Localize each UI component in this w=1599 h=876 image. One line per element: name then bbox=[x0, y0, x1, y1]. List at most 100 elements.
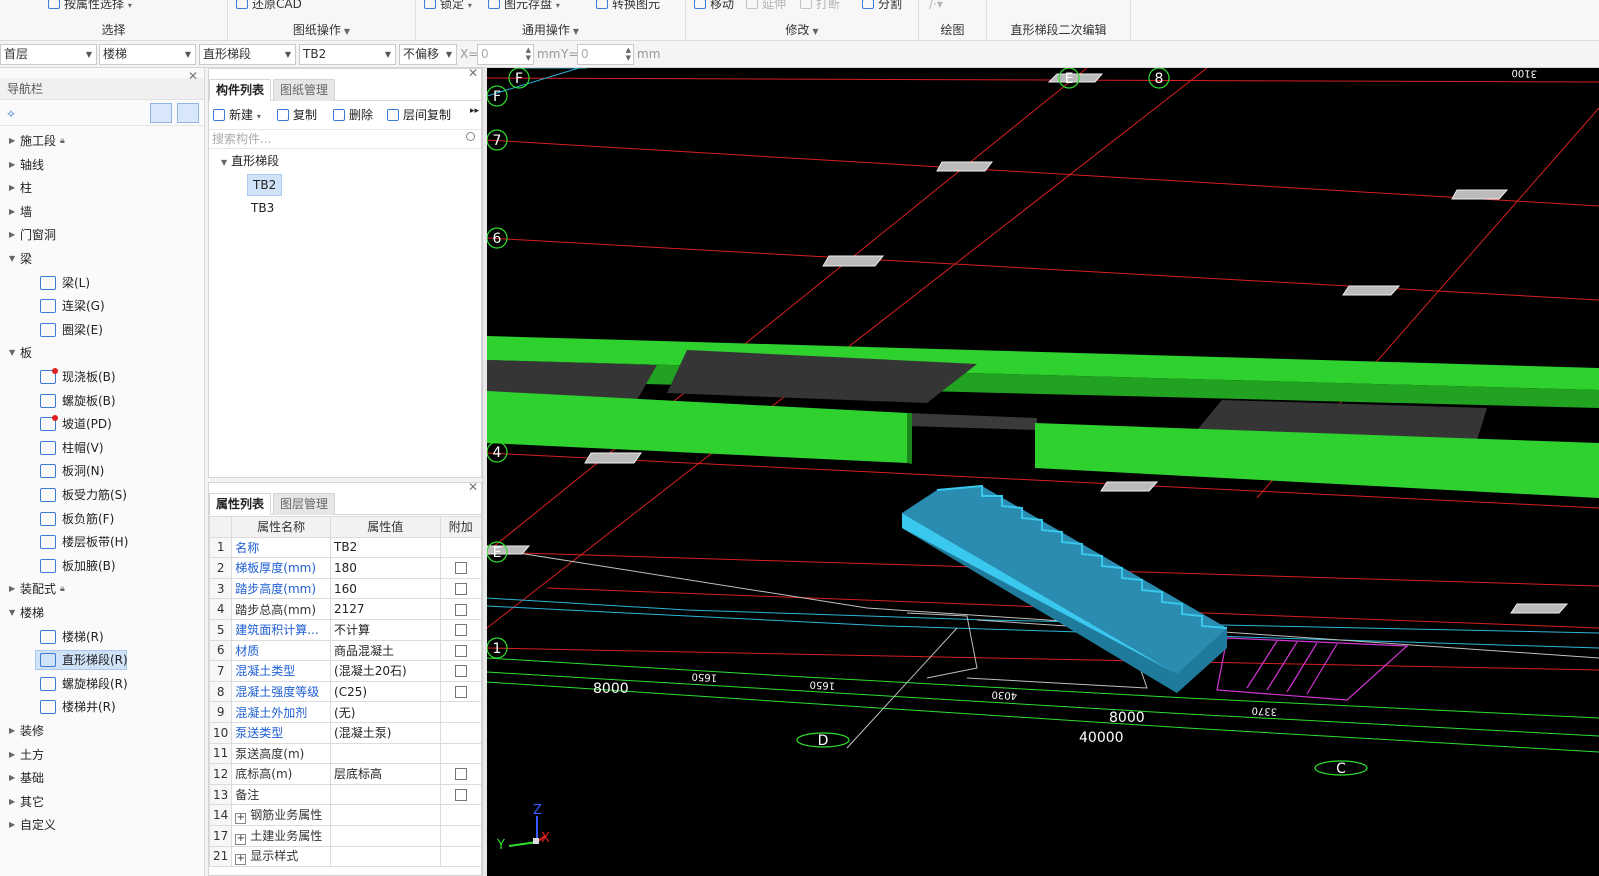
nav-item[interactable]: ▼ 梁 bbox=[0, 248, 205, 270]
close-icon[interactable]: ✕ bbox=[468, 66, 478, 80]
split-tool[interactable]: 分割 bbox=[862, 0, 902, 12]
spinner-icon[interactable]: ▲ ▼ bbox=[526, 46, 531, 62]
table-row[interactable]: 8 混凝土强度等级 (C25) bbox=[209, 680, 481, 703]
additional-checkbox[interactable] bbox=[454, 768, 467, 781]
nav-item[interactable]: 坡道(PD) bbox=[0, 413, 205, 435]
nav-item[interactable]: 板加腋(B) bbox=[0, 555, 205, 577]
expand-icon[interactable]: + bbox=[235, 854, 247, 866]
property-value[interactable]: 180 bbox=[330, 557, 441, 579]
tab-layer-management[interactable]: 图层管理 bbox=[273, 493, 336, 515]
nav-item[interactable]: 直形梯段(R) bbox=[0, 649, 205, 671]
nav-item[interactable]: ▶ 轴线 bbox=[0, 154, 205, 176]
more-icon[interactable]: ▸▸ bbox=[470, 106, 479, 116]
cad-viewport[interactable]: F F E 8 7 6 4 E 1 D C 8000 8000 40000 31… bbox=[487, 68, 1599, 876]
x-input[interactable]: 0 ▲ ▼ bbox=[477, 44, 534, 65]
additional-checkbox[interactable] bbox=[454, 665, 467, 678]
property-value[interactable] bbox=[330, 845, 441, 868]
delete-button[interactable]: 删除 bbox=[333, 106, 373, 123]
chevron-down-icon[interactable]: ▼ bbox=[9, 342, 15, 364]
nav-item[interactable]: ▶ 自定义 bbox=[0, 814, 205, 836]
table-row[interactable]: 4 踏步总高(mm) 2127 bbox=[209, 598, 481, 620]
property-value[interactable] bbox=[330, 824, 441, 847]
table-row[interactable]: 2 梯板厚度(mm) 180 bbox=[209, 557, 481, 579]
property-value[interactable]: (混凝土20石) bbox=[330, 660, 441, 682]
property-value[interactable]: 2127 bbox=[330, 598, 441, 620]
select-by-property-tool[interactable]: 按属性选择 ▾ bbox=[48, 0, 132, 12]
additional-checkbox[interactable] bbox=[454, 686, 467, 699]
nav-item[interactable]: 圈梁(E) bbox=[0, 319, 205, 341]
nav-item[interactable]: 楼层板带(H) bbox=[0, 531, 205, 553]
ribbon-group-label[interactable]: 图纸操作 ▼ bbox=[228, 21, 415, 38]
nav-item[interactable]: 板受力筋(S) bbox=[0, 484, 205, 506]
table-row[interactable]: 21 + 显示样式 bbox=[209, 845, 481, 868]
property-value[interactable]: 层底标高 bbox=[330, 763, 441, 785]
nav-item[interactable]: ▶ 门窗洞 bbox=[0, 224, 205, 246]
spinner-icon[interactable]: ▲ ▼ bbox=[626, 46, 631, 62]
convert-element-tool[interactable]: 转换图元 bbox=[596, 0, 660, 12]
chevron-down-icon[interactable]: ▼ bbox=[9, 248, 15, 270]
nav-item[interactable]: 楼梯井(R) bbox=[0, 696, 205, 718]
table-row[interactable]: 17 + 土建业务属性 bbox=[209, 824, 481, 847]
additional-checkbox[interactable] bbox=[454, 789, 467, 802]
nav-item[interactable]: 柱帽(V) bbox=[0, 437, 205, 459]
break-tool[interactable]: 打断 bbox=[800, 0, 840, 12]
save-element-tool[interactable]: 图元存盘 ▾ bbox=[488, 0, 560, 12]
draw-line-tool[interactable]: /·▾ bbox=[929, 0, 943, 12]
chevron-right-icon[interactable]: ▶ bbox=[9, 201, 15, 223]
additional-checkbox[interactable] bbox=[454, 624, 467, 637]
copy-button[interactable]: 复制 bbox=[277, 106, 317, 123]
chevron-right-icon[interactable]: ▶ bbox=[9, 720, 15, 742]
chevron-right-icon[interactable]: ▶ bbox=[9, 224, 15, 246]
table-row[interactable]: 1 名称 TB2 bbox=[209, 536, 481, 559]
nav-item[interactable]: ▼ 楼梯 bbox=[0, 602, 205, 624]
property-value[interactable]: (无) bbox=[330, 701, 441, 723]
nav-item[interactable]: ▶ 其它 bbox=[0, 791, 205, 813]
property-value[interactable]: TB2 bbox=[330, 536, 441, 559]
chevron-down-icon[interactable]: ▼ bbox=[9, 602, 15, 624]
property-value[interactable] bbox=[330, 742, 441, 765]
table-row[interactable]: 7 混凝土类型 (混凝土20石) bbox=[209, 660, 481, 682]
nav-item[interactable]: 板洞(N) bbox=[0, 460, 205, 482]
nav-item[interactable]: 螺旋梯段(R) bbox=[0, 673, 205, 695]
table-row[interactable]: 9 混凝土外加剂 (无) bbox=[209, 701, 481, 723]
table-row[interactable]: 10 泵送类型 (混凝土泵) bbox=[209, 721, 481, 744]
nav-item[interactable]: ▼ 板 bbox=[0, 342, 205, 364]
component-select[interactable]: TB2 ▼ bbox=[299, 44, 396, 65]
nav-item[interactable]: ▶ 装配式 🔒︎ bbox=[0, 578, 205, 600]
type-select[interactable]: 直形梯段 ▼ bbox=[199, 44, 296, 65]
nav-item[interactable]: 梁(L) bbox=[0, 272, 205, 294]
property-value[interactable]: (C25) bbox=[330, 680, 441, 703]
table-row[interactable]: 5 建筑面积计算... 不计算 bbox=[209, 618, 481, 641]
nav-item[interactable]: ▶ 墙 bbox=[0, 201, 205, 223]
restore-cad-tool[interactable]: 还原CAD bbox=[236, 0, 302, 12]
floor-copy-button[interactable]: 层间复制 bbox=[387, 106, 451, 123]
tab-drawing-management[interactable]: 图纸管理 bbox=[273, 79, 336, 101]
nav-item[interactable]: ▶ 基础 bbox=[0, 767, 205, 789]
additional-checkbox[interactable] bbox=[454, 603, 467, 616]
property-value[interactable] bbox=[330, 804, 441, 826]
nav-item[interactable]: 板负筋(F) bbox=[0, 508, 205, 530]
extend-tool[interactable]: 延伸 bbox=[746, 0, 786, 12]
chevron-right-icon[interactable]: ▶ bbox=[9, 177, 15, 199]
lock-tool[interactable]: 锁定 ▾ bbox=[424, 0, 472, 12]
nav-item[interactable]: ▶ 柱 bbox=[0, 177, 205, 199]
property-value[interactable]: 160 bbox=[330, 577, 441, 600]
chevron-right-icon[interactable]: ▶ bbox=[9, 791, 15, 813]
property-value[interactable]: 不计算 bbox=[330, 618, 441, 641]
nav-item[interactable]: 现浇板(B) bbox=[0, 366, 205, 388]
table-row[interactable]: 12 底标高(m) 层底标高 bbox=[209, 763, 481, 785]
component-item-tb2[interactable]: TB2 bbox=[247, 174, 283, 196]
chevron-right-icon[interactable]: ▶ bbox=[9, 578, 15, 600]
expand-icon[interactable]: + bbox=[235, 833, 247, 845]
nav-item[interactable]: 连梁(G) bbox=[0, 295, 205, 317]
component-search-input[interactable]: 搜索构件... bbox=[209, 129, 481, 149]
pin-icon[interactable]: ⟡ bbox=[7, 106, 15, 121]
expand-icon[interactable]: + bbox=[235, 813, 247, 825]
component-item-tb3[interactable]: TB3 bbox=[251, 198, 274, 218]
nav-item[interactable]: ▶ 装修 bbox=[0, 720, 205, 742]
additional-checkbox[interactable] bbox=[454, 583, 467, 596]
chevron-right-icon[interactable]: ▶ bbox=[9, 814, 15, 836]
ribbon-group-label[interactable]: 通用操作 ▼ bbox=[416, 21, 685, 38]
list-view-icon[interactable] bbox=[150, 103, 172, 123]
chevron-right-icon[interactable]: ▶ bbox=[9, 744, 15, 766]
